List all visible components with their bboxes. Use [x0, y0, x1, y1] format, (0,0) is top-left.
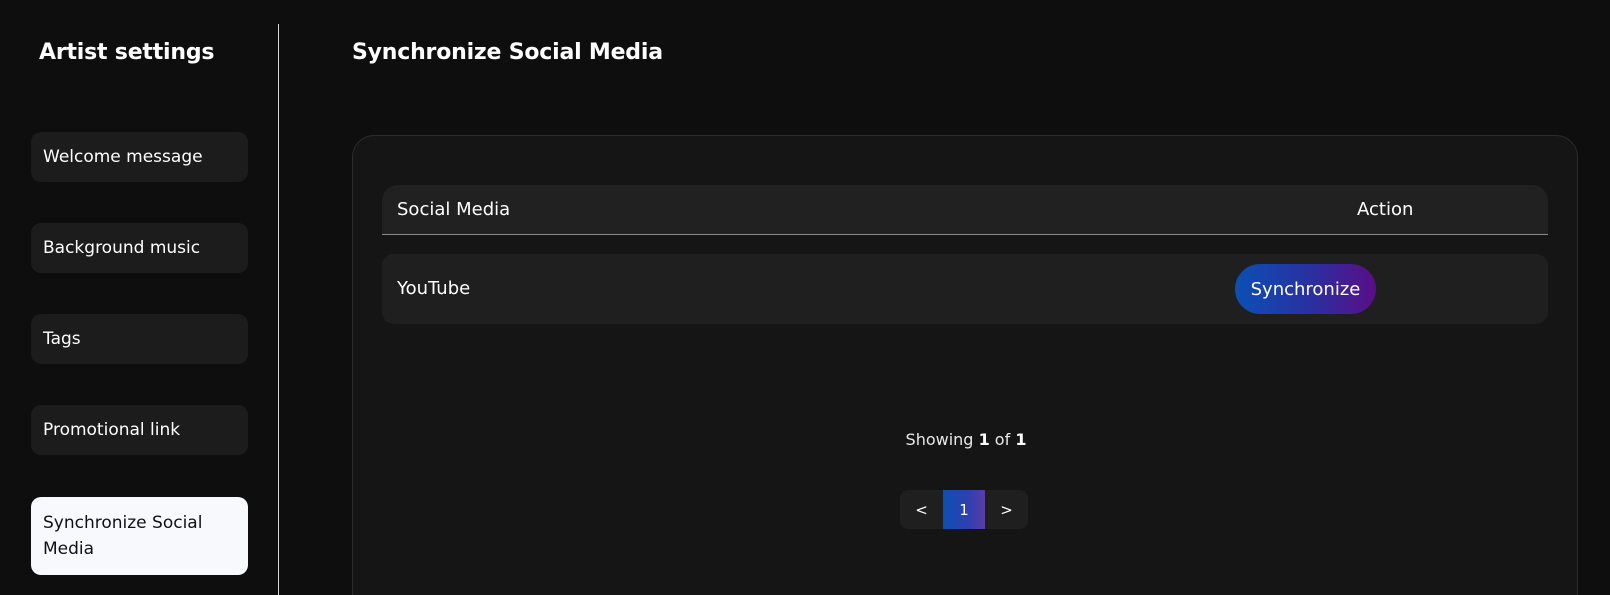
sidebar-item-label: Background music [43, 238, 201, 258]
sidebar-item-background-music[interactable]: Background music [31, 223, 248, 273]
social-media-name: YouTube [397, 278, 471, 299]
sidebar-item-label: Synchronize Social Media [43, 513, 203, 559]
sidebar-item-label: Promotional link [43, 420, 181, 440]
sidebar: Artist settings Welcome message Backgrou… [0, 0, 279, 595]
sidebar-title: Artist settings [39, 40, 215, 65]
column-header-action: Action [1357, 199, 1414, 220]
social-media-card: Social Media Action YouTube Synchronize … [352, 135, 1578, 595]
showing-current: 1 [978, 430, 990, 449]
sidebar-item-label: Tags [43, 329, 81, 349]
sidebar-item-synchronize-social-media[interactable]: Synchronize Social Media [31, 497, 248, 575]
sidebar-item-label: Welcome message [43, 147, 203, 167]
column-header-social-media: Social Media [397, 199, 511, 220]
table-header: Social Media Action [382, 185, 1548, 235]
next-page-button[interactable]: > [985, 490, 1028, 529]
showing-total: 1 [1015, 430, 1027, 449]
pagination-summary: Showing 1 of 1 [353, 430, 1579, 449]
page-1-button[interactable]: 1 [943, 490, 985, 529]
sidebar-item-promotional-link[interactable]: Promotional link [31, 405, 248, 455]
previous-page-button[interactable]: < [900, 490, 943, 529]
showing-prefix: Showing [905, 430, 974, 449]
page-title: Synchronize Social Media [352, 40, 663, 65]
sidebar-item-welcome-message[interactable]: Welcome message [31, 132, 248, 182]
pagination: < 1 > [900, 490, 1028, 529]
showing-sep: of [994, 430, 1011, 449]
synchronize-button[interactable]: Synchronize [1235, 264, 1376, 314]
sidebar-item-tags[interactable]: Tags [31, 314, 248, 364]
page: Artist settings Welcome message Backgrou… [0, 0, 1610, 595]
table-row: YouTube Synchronize [382, 254, 1548, 324]
sidebar-divider [278, 24, 279, 595]
